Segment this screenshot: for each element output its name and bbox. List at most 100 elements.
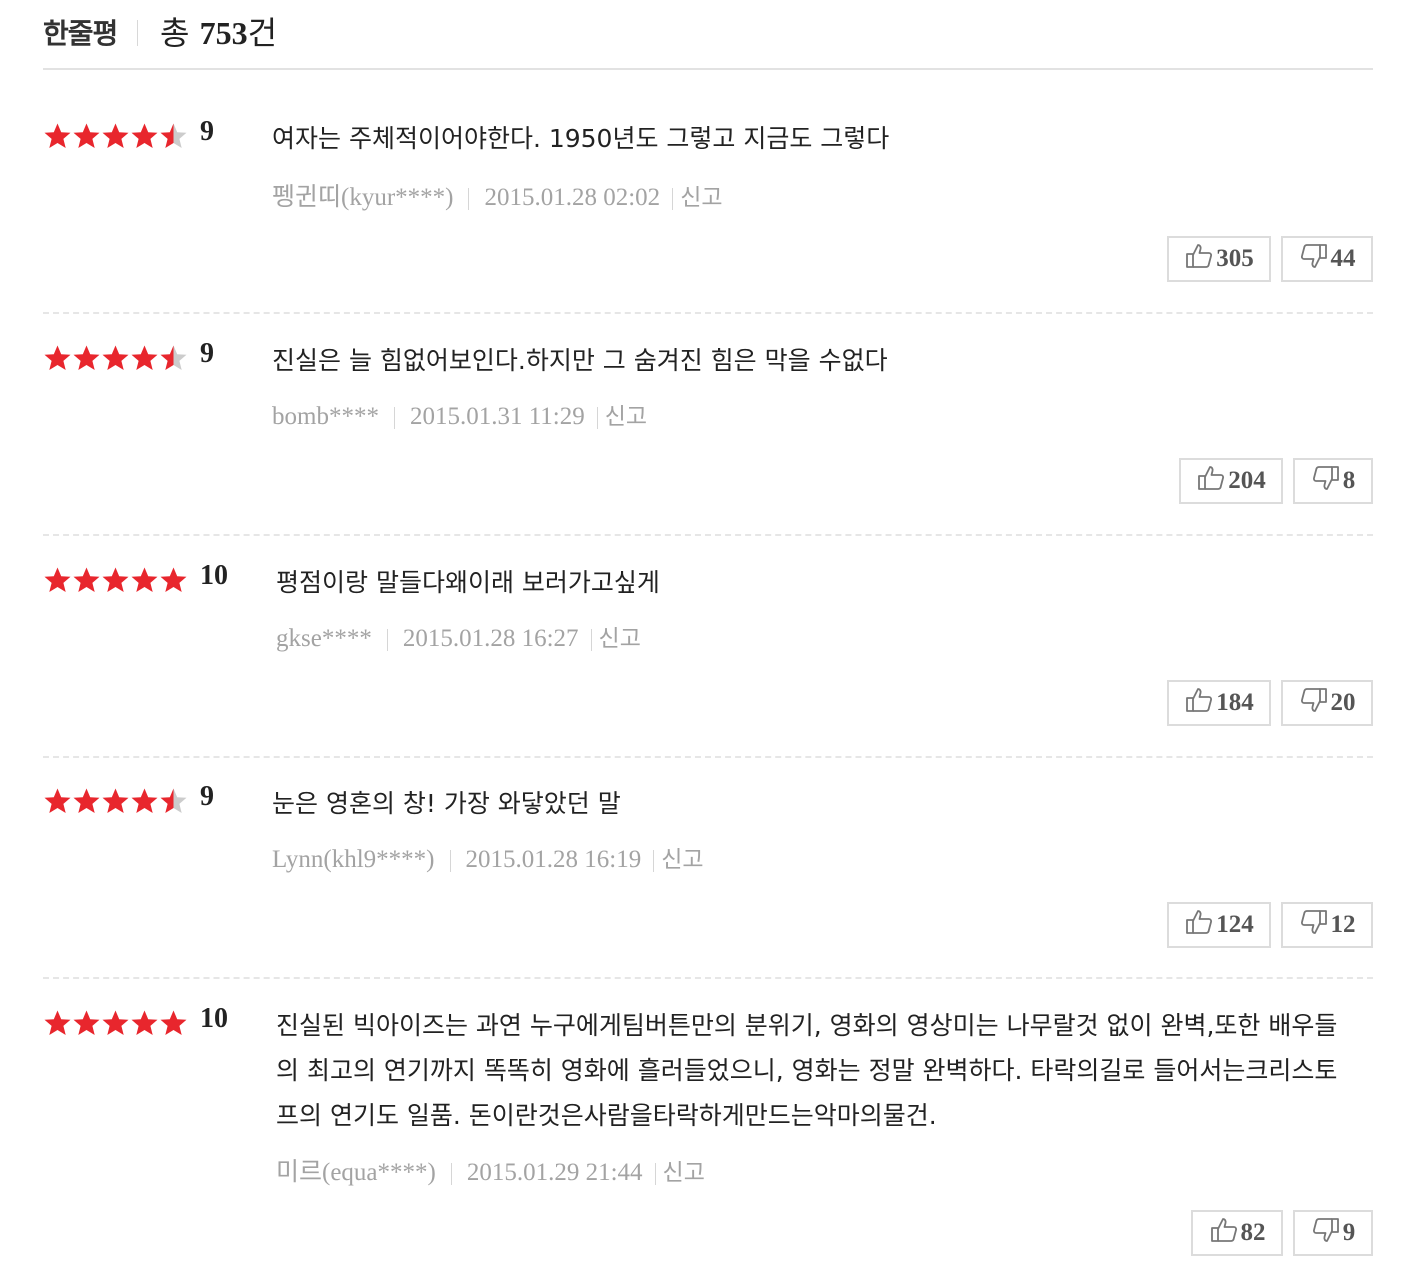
vote-buttons: 82 9 xyxy=(1191,1210,1373,1256)
like-button[interactable]: 305 xyxy=(1167,236,1271,282)
star-icon xyxy=(130,122,159,150)
report-link[interactable]: 신고 xyxy=(661,847,703,873)
meta-divider xyxy=(653,850,655,873)
review-text: 진실은 늘 힘없어보인다.하지만 그 숨겨진 힘은 막을 수없다 xyxy=(272,346,888,375)
dislike-button[interactable]: 9 xyxy=(1293,1210,1373,1256)
review-meta: gkse**** 2015.01.28 16:27 신고 xyxy=(276,619,641,653)
meta-divider xyxy=(393,407,395,430)
star-icon xyxy=(43,787,72,815)
thumbs-down-icon xyxy=(1311,463,1343,500)
dislike-count: 12 xyxy=(1330,911,1356,938)
thumbs-down-icon xyxy=(1299,907,1331,944)
review-item: 9 진실은 늘 힘없어보인다.하지만 그 숨겨진 힘은 막을 수없다 bomb*… xyxy=(43,338,1373,536)
review-meta: Lynn(khl9****) 2015.01.28 16:19 신고 xyxy=(272,840,704,874)
like-button[interactable]: 204 xyxy=(1179,458,1283,504)
star-icon xyxy=(130,787,159,815)
meta-divider xyxy=(590,629,592,652)
star-icon xyxy=(130,566,159,594)
star-rating xyxy=(43,1009,188,1037)
dislike-button[interactable]: 20 xyxy=(1281,680,1373,726)
review-meta: bomb**** 2015.01.31 11:29 신고 xyxy=(272,397,647,431)
row-divider xyxy=(43,977,1373,979)
review-date: 2015.01.29 21:44 xyxy=(466,1159,643,1186)
thumbs-down-icon xyxy=(1299,685,1331,722)
meta-divider xyxy=(450,1163,452,1186)
like-count: 82 xyxy=(1240,1219,1266,1246)
report-link[interactable]: 신고 xyxy=(599,626,641,652)
dislike-count: 8 xyxy=(1342,467,1356,494)
review-score: 9 xyxy=(200,116,214,147)
star-icon xyxy=(43,122,72,150)
count-suffix: 건 xyxy=(247,14,278,52)
dislike-count: 44 xyxy=(1330,245,1356,272)
report-link[interactable]: 신고 xyxy=(680,185,722,211)
review-author[interactable]: Lynn(khl9****) xyxy=(272,846,435,873)
star-icon xyxy=(130,344,159,372)
like-count: 184 xyxy=(1216,689,1254,716)
review-meta: 미르(equa****) 2015.01.29 21:44 신고 xyxy=(276,1152,705,1188)
like-count: 204 xyxy=(1228,467,1266,494)
review-author[interactable]: gkse**** xyxy=(276,625,372,652)
review-count: 총 753건 xyxy=(160,8,277,54)
star-rating xyxy=(43,344,188,372)
vote-buttons: 184 20 xyxy=(1167,680,1373,726)
meta-divider xyxy=(672,188,674,211)
review-text: 평점이랑 말들다왜이래 보러가고싶게 xyxy=(276,568,660,597)
meta-divider xyxy=(449,850,451,873)
like-button[interactable]: 82 xyxy=(1191,1210,1283,1256)
star-icon xyxy=(101,344,130,372)
vote-buttons: 204 8 xyxy=(1179,458,1373,504)
count-value: 753 xyxy=(199,15,248,51)
like-button[interactable]: 184 xyxy=(1167,680,1271,726)
star-icon xyxy=(159,787,188,815)
review-score: 9 xyxy=(200,338,214,369)
star-rating xyxy=(43,787,188,815)
dislike-button[interactable]: 12 xyxy=(1281,902,1373,948)
star-icon xyxy=(72,566,101,594)
star-icon xyxy=(72,122,101,150)
header-divider xyxy=(137,20,138,46)
report-link[interactable]: 신고 xyxy=(605,404,647,430)
thumbs-down-icon xyxy=(1311,1215,1343,1252)
star-icon xyxy=(43,566,72,594)
star-rating xyxy=(43,566,188,594)
dislike-button[interactable]: 44 xyxy=(1281,236,1373,282)
meta-divider xyxy=(654,1163,656,1186)
review-author[interactable]: 펭귄띠(kyur****) xyxy=(272,184,453,211)
row-divider xyxy=(43,756,1373,758)
review-author[interactable]: bomb**** xyxy=(272,403,379,430)
like-button[interactable]: 124 xyxy=(1167,902,1271,948)
star-icon xyxy=(159,1009,188,1037)
dislike-count: 20 xyxy=(1330,689,1356,716)
review-score: 10 xyxy=(200,1003,228,1034)
star-icon xyxy=(159,122,188,150)
review-text: 눈은 영혼의 창! 가장 와닿았던 말 xyxy=(272,789,621,818)
review-date: 2015.01.28 16:27 xyxy=(402,625,579,652)
thumbs-up-icon xyxy=(1184,685,1216,722)
thumbs-up-icon xyxy=(1196,463,1228,500)
like-count: 305 xyxy=(1216,245,1254,272)
review-item: 9 눈은 영혼의 창! 가장 와닿았던 말 Lynn(khl9****) 2015… xyxy=(43,781,1373,979)
meta-divider xyxy=(386,629,388,652)
thumbs-up-icon xyxy=(1184,241,1216,278)
star-icon xyxy=(101,122,130,150)
review-date: 2015.01.28 16:19 xyxy=(465,846,642,873)
row-divider xyxy=(43,312,1373,314)
like-count: 124 xyxy=(1216,911,1254,938)
star-icon xyxy=(159,566,188,594)
vote-buttons: 305 44 xyxy=(1167,236,1373,282)
vote-buttons: 124 12 xyxy=(1167,902,1373,948)
dislike-button[interactable]: 8 xyxy=(1293,458,1373,504)
section-title: 한줄평 xyxy=(43,17,118,50)
star-icon xyxy=(72,787,101,815)
row-divider xyxy=(43,534,1373,536)
review-score: 9 xyxy=(200,781,214,812)
review-author[interactable]: 미르(equa****) xyxy=(276,1159,436,1186)
star-icon xyxy=(101,1009,130,1037)
thumbs-up-icon xyxy=(1209,1215,1241,1252)
thumbs-down-icon xyxy=(1299,241,1331,278)
review-item: 9 여자는 주체적이어야한다. 1950년도 그렇고 지금도 그렇다 펭귄띠(k… xyxy=(43,116,1373,314)
review-text: 진실된 빅아이즈는 과연 누구에게팀버튼만의 분위기, 영화의 영상미는 나무랄… xyxy=(276,1011,1338,1130)
report-link[interactable]: 신고 xyxy=(663,1160,705,1186)
meta-divider xyxy=(468,188,470,211)
